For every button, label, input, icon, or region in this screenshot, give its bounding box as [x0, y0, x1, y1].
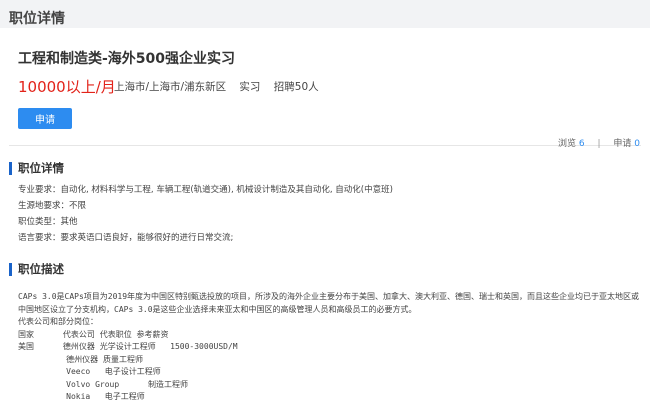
detail-row-language: 语言要求：要求英语口语良好，能够很好的进行日常交流;: [18, 230, 393, 246]
description-section-header: 职位描述: [9, 261, 64, 277]
detail-label: 专业要求：: [18, 185, 61, 195]
section-accent-bar: [9, 262, 12, 276]
job-location: 上海市/上海市/浦东新区: [114, 81, 227, 93]
description-section-title: 职位描述: [18, 262, 64, 276]
applies-count: 0: [634, 139, 640, 149]
applies-label: 申请: [613, 139, 632, 149]
job-title: 工程和制造类-海外500强企业实习: [18, 51, 236, 67]
details-section-header: 职位详情: [9, 160, 64, 176]
job-type: 实习: [239, 81, 261, 93]
stats-separator: |: [597, 139, 601, 149]
description-line: 国家 代表公司 代表职位 参考薪资: [18, 329, 169, 339]
description-line: Volvo Group 制造工程师: [18, 379, 189, 389]
description-line: 代表公司和部分岗位：: [18, 317, 98, 326]
description-line: 美国 德州仪器 光学设计工程师 1500-3000USD/M: [18, 342, 238, 351]
detail-row-type: 职位类型：其他: [18, 214, 393, 230]
job-meta: 上海市/上海市/浦东新区 实习 招聘50人: [114, 79, 329, 94]
page-title: 职位详情: [9, 11, 65, 27]
detail-rows: 专业要求：自动化, 材料科学与工程, 车辆工程(轨道交通), 机械设计制造及其自…: [18, 182, 393, 246]
section-accent-bar: [9, 161, 12, 175]
description-paragraph: CAPs 3.0是CAPs项目为2019年度为中国区特别甄选投放的项目，所涉及的…: [18, 292, 640, 314]
views-label: 浏览: [557, 139, 576, 149]
detail-label: 职位类型：: [18, 217, 61, 227]
divider: [9, 145, 641, 146]
detail-value: 要求英语口语良好，能够很好的进行日常交流;: [60, 233, 234, 243]
detail-label: 语言要求：: [18, 233, 61, 243]
detail-value: 不限: [69, 201, 87, 211]
detail-value: 其他: [60, 217, 78, 227]
detail-row-major: 专业要求：自动化, 材料科学与工程, 车辆工程(轨道交通), 机械设计制造及其自…: [18, 182, 393, 198]
job-description: CAPs 3.0是CAPs项目为2019年度为中国区特别甄选投放的项目，所涉及的…: [18, 291, 643, 404]
job-stats: 浏览 6 | 申请 0: [558, 136, 640, 149]
description-line: 德州仪器 质量工程师: [18, 354, 143, 364]
job-headcount: 招聘50人: [273, 81, 319, 93]
description-line: Nokia 电子工程师: [18, 392, 145, 401]
description-line: Veeco 电子设计工程师: [18, 367, 161, 376]
salary: 10000以上/月: [18, 78, 116, 96]
detail-value: 自动化, 材料科学与工程, 车辆工程(轨道交通), 机械设计制造及其自动化, 自…: [60, 185, 393, 195]
views-count: 6: [578, 139, 585, 149]
details-section-title: 职位详情: [18, 161, 64, 175]
detail-label: 生源地要求：: [18, 201, 70, 211]
detail-row-origin: 生源地要求：不限: [18, 198, 393, 214]
apply-button[interactable]: 申请: [18, 108, 72, 129]
